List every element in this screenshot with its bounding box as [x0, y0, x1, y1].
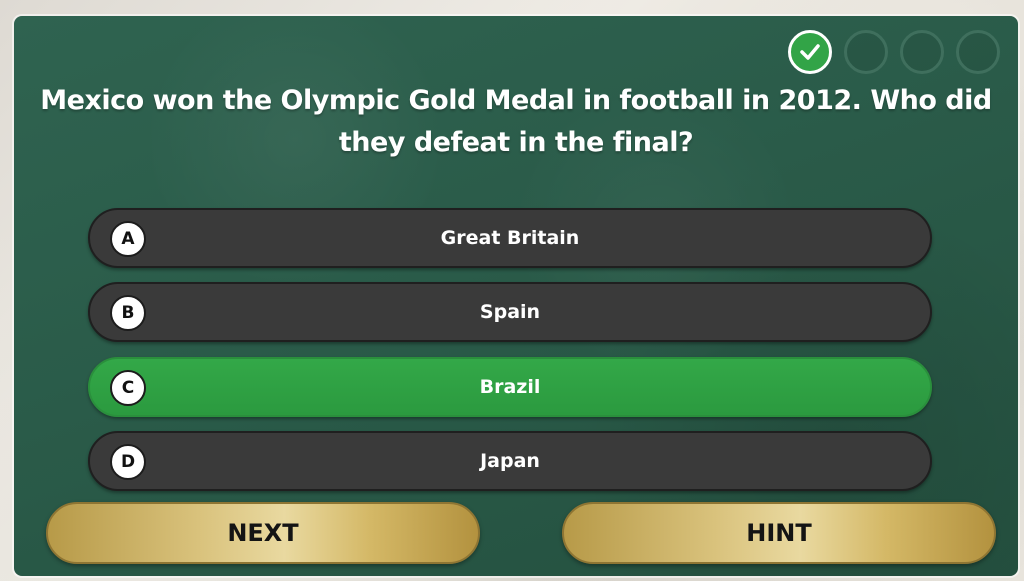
question-text: Mexico won the Olympic Gold Medal in foo…	[40, 85, 992, 158]
progress-dot-completed	[788, 30, 832, 74]
answer-label: Brazil	[479, 376, 541, 398]
hint-button[interactable]: HINT	[562, 502, 996, 564]
progress-dot-pending	[844, 30, 888, 74]
answer-label: Japan	[480, 450, 540, 472]
answer-label: Great Britain	[440, 227, 580, 249]
progress-dot-pending	[900, 30, 944, 74]
quiz-panel: Mexico won the Olympic Gold Medal in foo…	[14, 16, 1018, 576]
question-progress	[788, 30, 1000, 74]
answer-option-c[interactable]: C Brazil	[88, 357, 932, 417]
check-icon	[800, 44, 820, 60]
answer-option-d[interactable]: D Japan	[88, 431, 932, 491]
answer-option-b[interactable]: B Spain	[88, 282, 932, 342]
next-button[interactable]: NEXT	[46, 502, 480, 564]
answer-label: Spain	[479, 301, 541, 323]
answer-option-a[interactable]: A Great Britain	[88, 208, 932, 268]
progress-dot-pending	[956, 30, 1000, 74]
